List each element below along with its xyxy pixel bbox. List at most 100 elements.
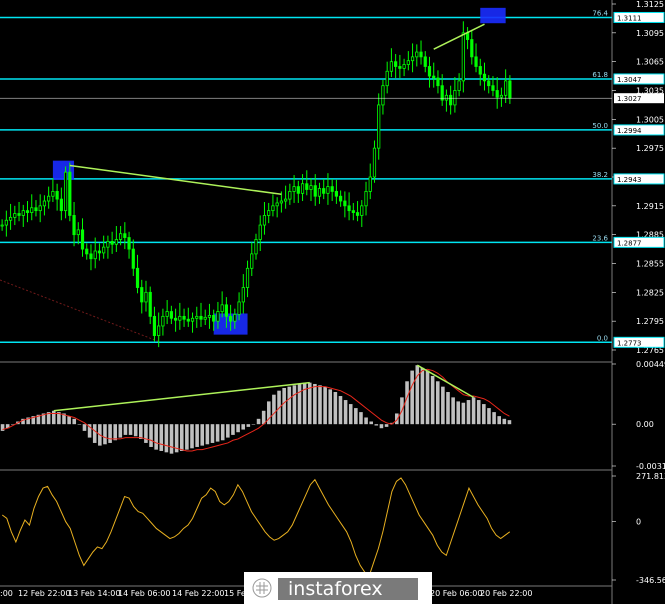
candle-body (68, 171, 72, 216)
fib-price-value: 1.2994 (617, 127, 642, 135)
candle-body (250, 253, 254, 269)
candle-body (313, 185, 317, 197)
macd-bar (51, 410, 56, 425)
candle-body (410, 56, 415, 62)
candle-body (453, 90, 457, 106)
macd-bar (348, 404, 353, 425)
candle-body (245, 267, 250, 288)
candle-body (42, 200, 47, 207)
macd-bar (287, 386, 292, 425)
macd-bar (82, 424, 87, 431)
macd-bar (318, 385, 322, 425)
macd-bar (241, 424, 245, 430)
candle-body (212, 314, 216, 322)
macd-bar (118, 424, 123, 438)
current-price-tag: 1.3027 (0, 93, 664, 104)
candle-body (427, 66, 432, 77)
candle-body (339, 195, 343, 202)
macd-bar (343, 400, 348, 425)
time-tick-partial: :00 (0, 589, 13, 598)
fib-price-value: 1.2877 (617, 239, 642, 247)
candles (0, 21, 512, 348)
candle-body (203, 316, 207, 320)
fib-level-label: 0.0 (597, 334, 608, 342)
macd-histogram (0, 365, 512, 454)
macd-bar (190, 424, 194, 449)
candle-body (59, 198, 63, 212)
macd-bar (215, 424, 220, 442)
candle-body (72, 215, 76, 236)
candle-body (17, 213, 21, 216)
candle-body (478, 66, 482, 75)
current-price-value: 1.3027 (617, 95, 642, 103)
price-tick-label: 1.2795 (636, 317, 664, 326)
candle-body (140, 287, 144, 303)
candle-body (224, 304, 228, 317)
candle-body (0, 224, 4, 227)
macd-bar (323, 386, 327, 425)
candle-body (402, 64, 406, 69)
cci-tick-label: 0 (636, 518, 641, 527)
fib-level-label: 50.0 (592, 122, 608, 130)
macd-bar (77, 424, 82, 425)
candle-body (182, 315, 186, 320)
macd-bar (487, 408, 491, 425)
macd-bar (139, 424, 143, 439)
price-tick-label: 1.3065 (636, 58, 664, 67)
macd-bar (92, 424, 97, 443)
candle-body (34, 207, 38, 212)
candle-body (292, 186, 296, 192)
candle-body (8, 216, 13, 221)
candle-body (89, 253, 93, 260)
candle-body (76, 229, 80, 236)
macd-bar (482, 404, 486, 425)
macd-bar (359, 412, 363, 425)
macd-bar (108, 424, 112, 443)
candle-body (102, 246, 106, 254)
candle-body (398, 66, 402, 69)
macd-bar (236, 424, 240, 433)
macd-bar (297, 383, 302, 425)
candle-body (271, 205, 275, 212)
fib-level-label: 23.6 (592, 234, 608, 242)
macd-bar (144, 424, 148, 443)
watermark: instaforex (244, 572, 432, 604)
candle-body (152, 315, 157, 336)
candle-body (343, 200, 347, 207)
candle-body (436, 77, 440, 87)
price-tick-label: 1.3005 (636, 115, 664, 124)
macd-bar (471, 397, 476, 425)
macd-bar (430, 375, 435, 425)
candle-body (267, 210, 271, 216)
macd-bar (113, 424, 117, 441)
candle-body (21, 210, 25, 216)
candle-body (97, 250, 102, 254)
candle-body (419, 51, 423, 58)
price-tick-label: 1.2915 (636, 202, 664, 211)
highlight-box (480, 7, 506, 24)
macd-bar (282, 387, 286, 425)
candle-body (148, 291, 152, 317)
macd-bar (205, 424, 210, 445)
fib-level-label: 38.2 (592, 171, 608, 179)
macd-bar (195, 424, 199, 447)
candle-body (63, 171, 68, 212)
candle-body (4, 219, 8, 226)
dotted-trend-line (0, 279, 161, 343)
macd-bar (307, 382, 312, 425)
cci-axis: 271.813 0 -346.563 (612, 472, 665, 585)
candle-body (262, 215, 267, 226)
macd-axis: 0.00449 0.00 -0.00312 (612, 360, 665, 471)
candle-body (364, 191, 368, 207)
candle-body (499, 94, 504, 98)
candle-body (93, 250, 97, 260)
fib-price-value: 1.3047 (617, 76, 642, 84)
macd-bar (384, 424, 389, 427)
candle-body (254, 239, 258, 255)
macd-bar (507, 420, 512, 425)
price-tick-label: 1.2855 (636, 260, 664, 269)
macd-bar (149, 424, 153, 447)
candle-body (423, 56, 427, 67)
macd-bar (256, 418, 261, 425)
macd-bar (354, 408, 358, 425)
